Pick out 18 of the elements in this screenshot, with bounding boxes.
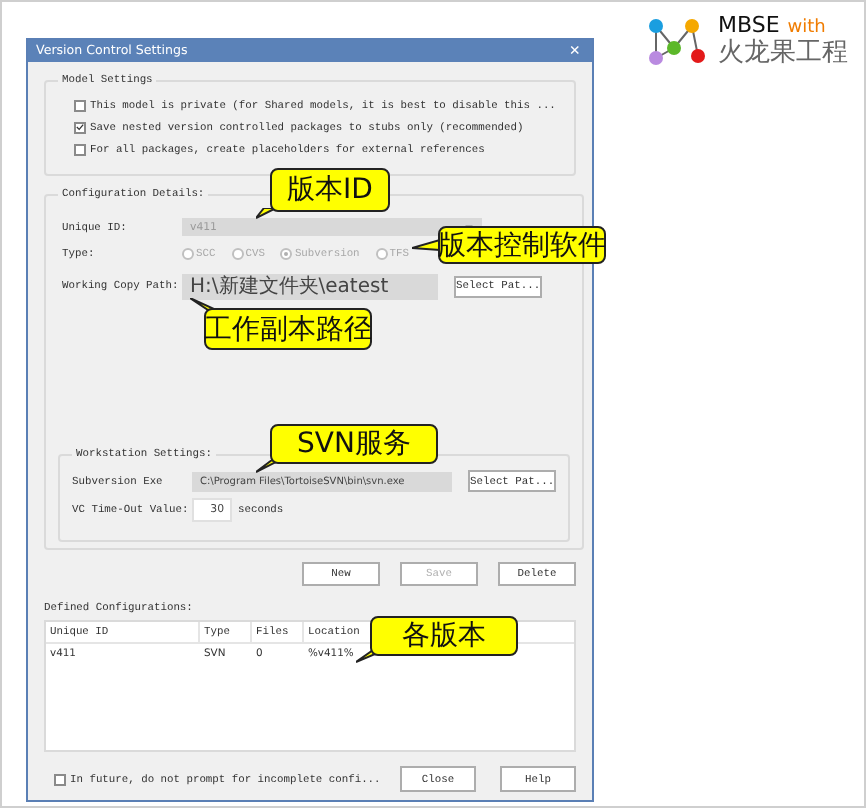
radio-button[interactable]: [280, 247, 293, 259]
checkbox[interactable]: [74, 99, 86, 111]
checkbox[interactable]: [74, 121, 86, 133]
callout-label: 版本ID: [270, 168, 390, 212]
radio-button[interactable]: [182, 247, 194, 259]
callout-tail: [190, 298, 218, 310]
logo-title: MBSE: [718, 14, 780, 38]
checkbox[interactable]: [74, 143, 86, 155]
logo-suffix: with: [787, 18, 826, 39]
working-copy-field[interactable]: H:\新建文件夹\eatest: [182, 273, 438, 299]
callout-label: SVN服务: [270, 424, 438, 464]
logo-icon: [646, 15, 706, 68]
close-button[interactable]: ×: [569, 42, 580, 60]
radio-button[interactable]: [231, 247, 244, 259]
logo-subtitle: 火龙果工程: [718, 39, 848, 70]
checkbox[interactable]: [54, 773, 66, 785]
radio-button[interactable]: [375, 247, 388, 259]
callout-label: 各版本: [370, 616, 518, 656]
